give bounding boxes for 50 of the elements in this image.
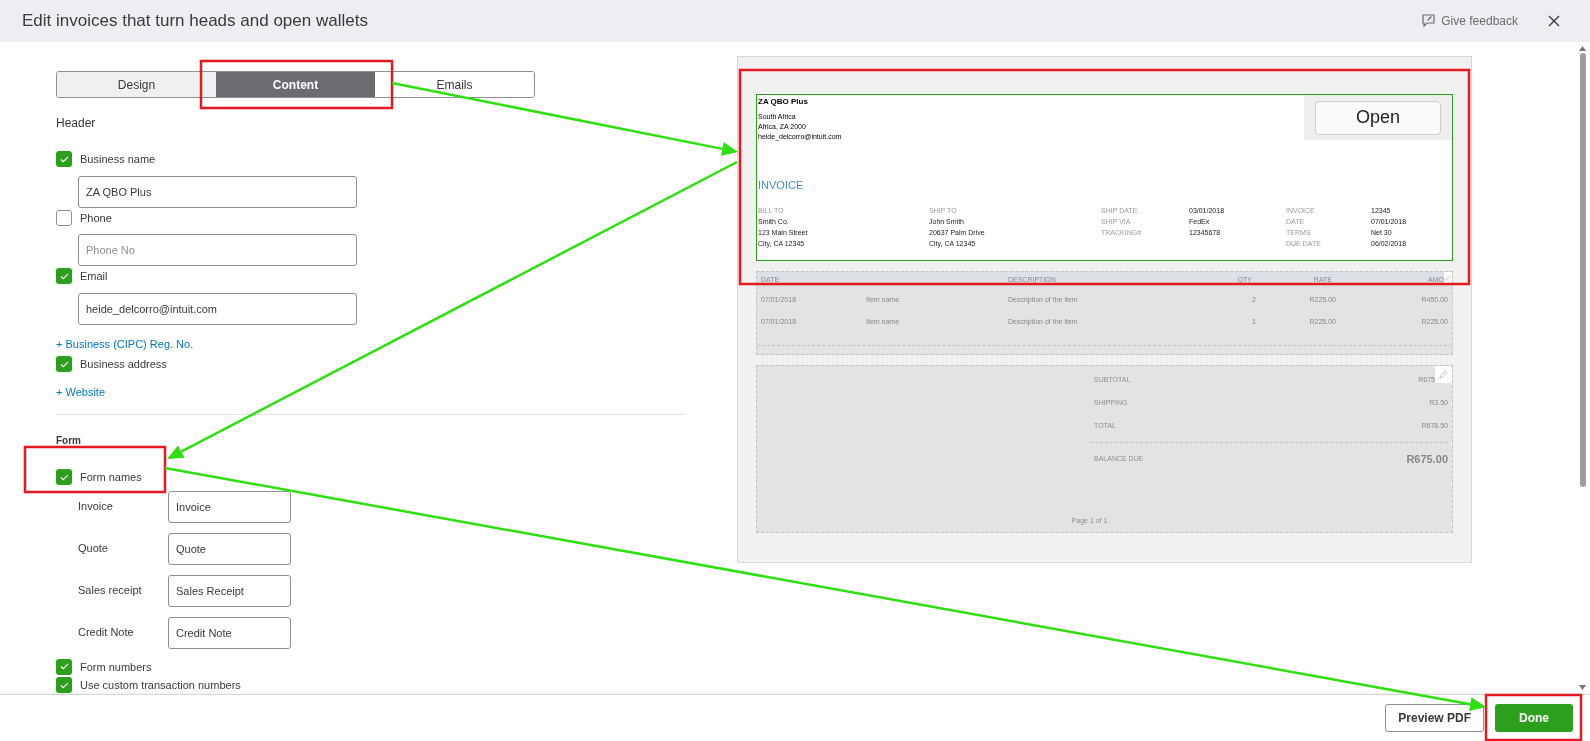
add-link[interactable]: + Business (CIPC) Reg. No. (56, 335, 194, 352)
checkbox[interactable] (56, 658, 72, 675)
option-label: Use custom transaction numbers (80, 678, 241, 693)
checkmark-icon (59, 155, 69, 163)
field-label: Invoice (78, 499, 114, 515)
company-name: ZA QBO Plus (758, 96, 809, 108)
feedback-link[interactable]: Give feedback (1421, 12, 1518, 30)
scroll-up-icon (1579, 46, 1586, 51)
option-label: Form names (80, 470, 142, 485)
field-label: Quote (78, 541, 109, 557)
checkbox[interactable] (56, 356, 72, 373)
speech-bubble-icon (1421, 14, 1437, 28)
checkbox[interactable] (56, 151, 72, 168)
option-label: Form numbers (80, 659, 152, 675)
scrollbar[interactable] (1578, 46, 1587, 690)
checkbox[interactable] (56, 677, 72, 694)
preview-button[interactable]: Preview PDF (1385, 704, 1484, 732)
checkmark-icon (59, 473, 69, 481)
checkbox[interactable] (56, 469, 72, 486)
checkmark-icon (59, 360, 69, 368)
add-link[interactable]: + Website (56, 383, 106, 400)
pencil-icon (1439, 370, 1448, 379)
field-label: Credit Note (78, 625, 135, 641)
option-label: Business name (80, 152, 156, 167)
option-label: Email (80, 269, 108, 284)
close-icon[interactable] (1548, 15, 1560, 27)
option-label: Business address (80, 357, 167, 372)
dialog-title: Edit invoices that turn heads and open wallets (22, 10, 368, 33)
text-field[interactable]: ZA QBO Plus (78, 175, 357, 208)
balance-value: R675.00 (1406, 452, 1448, 468)
edit-button[interactable] (1444, 272, 1452, 284)
text-field[interactable]: Quote (168, 532, 291, 565)
open-button[interactable]: Open (1315, 100, 1441, 135)
tab[interactable]: Content (216, 72, 375, 97)
section-heading: Form (56, 434, 82, 447)
scroll-down-icon (1579, 685, 1586, 690)
checkbox[interactable] (56, 268, 72, 285)
text-field[interactable]: Credit Note (168, 616, 291, 649)
text-field[interactable]: Sales Receipt (168, 574, 291, 607)
text-field[interactable]: Invoice (168, 490, 291, 523)
invoice-title: INVOICE (757, 178, 805, 193)
section-heading: Header (56, 115, 97, 132)
checkbox[interactable] (56, 209, 72, 226)
pencil-icon (1445, 274, 1451, 282)
text-field[interactable]: heide_delcorro@intuit.com (78, 292, 357, 325)
checkmark-icon (59, 272, 69, 280)
field-label: Sales receipt (78, 583, 143, 599)
tab[interactable]: Design (57, 72, 216, 97)
option-label: Phone (80, 210, 112, 226)
text-field[interactable]: Phone No (78, 234, 357, 266)
